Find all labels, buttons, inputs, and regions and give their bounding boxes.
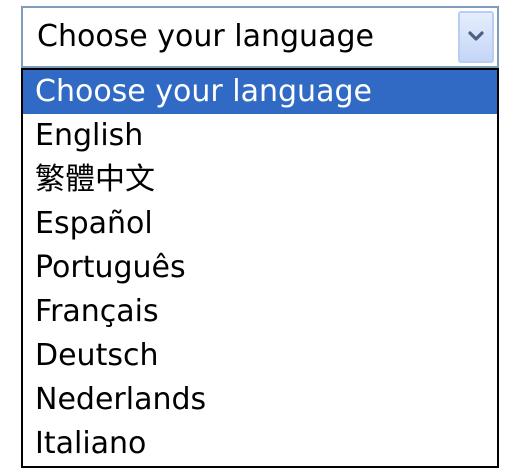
language-option-traditional-chinese[interactable]: 繁體中文 bbox=[23, 158, 497, 202]
language-option-spanish[interactable]: Español bbox=[23, 202, 497, 246]
language-select[interactable]: Choose your language bbox=[21, 6, 499, 68]
selected-language-value: Choose your language bbox=[37, 19, 374, 54]
dropdown-button[interactable] bbox=[458, 11, 494, 63]
language-option-italian[interactable]: Italiano bbox=[23, 422, 497, 466]
language-option-german[interactable]: Deutsch bbox=[23, 334, 497, 378]
language-option-portuguese[interactable]: Português bbox=[23, 246, 497, 290]
language-options-list[interactable]: Choose your language English 繁體中文 Españo… bbox=[21, 68, 499, 468]
language-option-english[interactable]: English bbox=[23, 114, 497, 158]
language-option-choose[interactable]: Choose your language bbox=[23, 70, 497, 114]
chevron-down-icon bbox=[467, 30, 485, 44]
language-option-dutch[interactable]: Nederlands bbox=[23, 378, 497, 422]
language-option-french[interactable]: Français bbox=[23, 290, 497, 334]
